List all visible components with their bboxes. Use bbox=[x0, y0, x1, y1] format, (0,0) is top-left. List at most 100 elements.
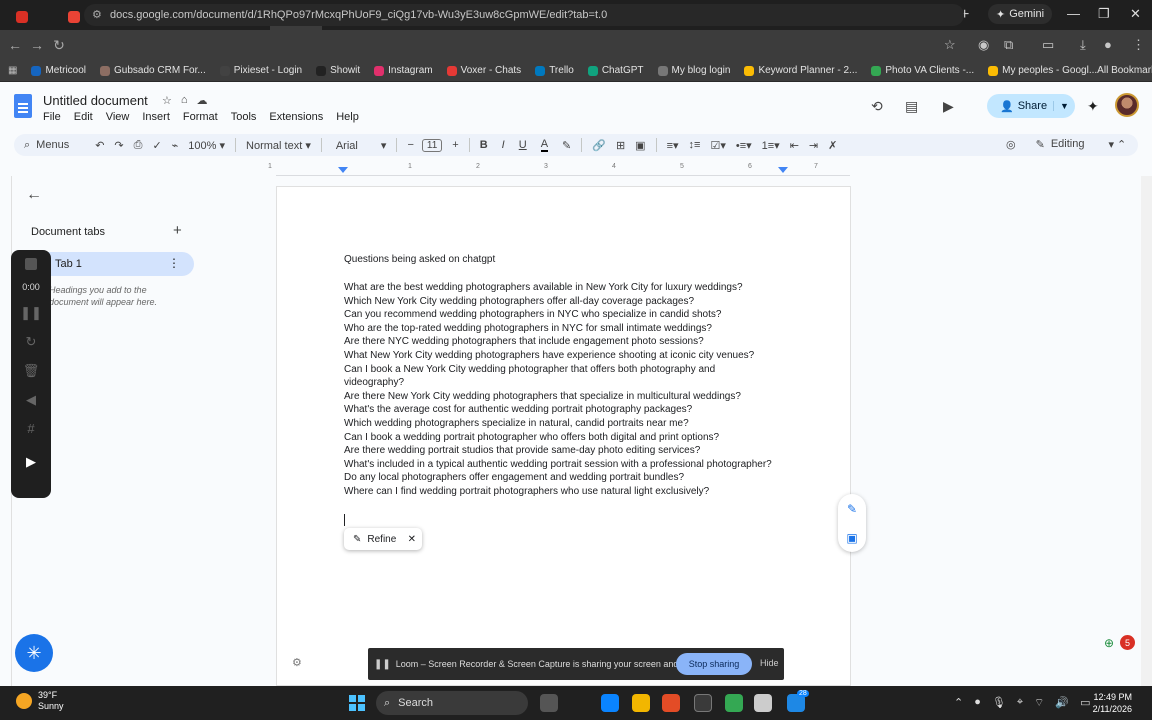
wifi-icon[interactable]: ⌔ bbox=[1034, 696, 1044, 710]
addon-icon[interactable]: ⊕ bbox=[1104, 636, 1114, 650]
refine-button[interactable]: ✎ Refine ✕ bbox=[344, 528, 422, 550]
paint-format-icon[interactable]: ⌁ bbox=[172, 139, 179, 152]
increase-font-icon[interactable]: + bbox=[452, 139, 458, 151]
store-icon[interactable] bbox=[694, 694, 712, 712]
chrome-profile-icon[interactable] bbox=[725, 694, 743, 712]
chrome-taskbar-icon[interactable] bbox=[662, 694, 680, 712]
version-history-icon[interactable]: ⟲ bbox=[871, 98, 883, 115]
restart-icon[interactable]: ↻ bbox=[26, 334, 37, 350]
question-line[interactable]: What's the average cost for authentic we… bbox=[344, 403, 774, 417]
decrease-indent-icon[interactable]: ⇤ bbox=[790, 139, 799, 152]
back-icon[interactable]: ← bbox=[4, 37, 26, 53]
question-line[interactable]: Are there wedding portrait studios that … bbox=[344, 444, 774, 458]
menu-help[interactable]: Help bbox=[336, 111, 359, 123]
highlight-icon[interactable]: ✎ bbox=[562, 139, 571, 152]
copilot-icon[interactable] bbox=[601, 694, 619, 712]
horizontal-ruler[interactable]: 1 1 2 3 4 5 6 7 bbox=[268, 162, 850, 176]
grid-icon[interactable]: # bbox=[27, 421, 34, 436]
increase-indent-icon[interactable]: ⇥ bbox=[809, 139, 818, 152]
maximize-icon[interactable]: ❐ bbox=[1098, 6, 1110, 22]
menu-extensions[interactable]: Extensions bbox=[269, 111, 323, 123]
bookmark-item[interactable]: Trello bbox=[535, 65, 574, 76]
right-indent-marker[interactable] bbox=[778, 167, 788, 173]
microphone-icon[interactable]: 🎙 bbox=[992, 696, 1006, 710]
italic-icon[interactable]: I bbox=[502, 139, 505, 151]
taskbar-search[interactable]: ⌕ Search bbox=[376, 691, 528, 715]
question-line[interactable]: What are the best wedding photographers … bbox=[344, 281, 774, 295]
reload-icon[interactable]: ↻ bbox=[48, 37, 70, 54]
trash-icon[interactable]: 🗑 bbox=[23, 363, 40, 379]
bookmark-item[interactable]: My blog login bbox=[657, 65, 730, 76]
collapse-toolbar-icon[interactable]: ⌃ bbox=[1117, 138, 1126, 151]
settings-icon[interactable]: ⚙ bbox=[292, 656, 302, 669]
comments-icon[interactable]: ▤ bbox=[905, 98, 918, 115]
style-select[interactable]: Normal text ▾ bbox=[246, 139, 311, 152]
gemini-docs-icon[interactable]: ✦ bbox=[1087, 98, 1099, 115]
windows-start-icon[interactable] bbox=[349, 695, 365, 711]
bookmark-item[interactable]: My peoples - Googl... bbox=[988, 65, 1097, 76]
font-size-input[interactable]: 11 bbox=[421, 138, 443, 152]
cast-icon[interactable]: ▭ bbox=[1042, 37, 1054, 53]
tray-app-icon[interactable]: ● bbox=[974, 696, 981, 710]
back-arrow-icon[interactable]: ← bbox=[26, 186, 42, 204]
menu-edit[interactable]: Edit bbox=[74, 111, 93, 123]
snipping-tool-icon[interactable] bbox=[754, 694, 772, 712]
browser-tab[interactable] bbox=[10, 4, 62, 30]
question-line[interactable]: Which wedding photographers specialize i… bbox=[344, 417, 774, 431]
weather-widget[interactable]: 39°F Sunny bbox=[16, 690, 64, 712]
document-heading[interactable]: Questions being asked on chatgpt bbox=[344, 254, 495, 265]
bookmark-item[interactable]: Voxer - Chats bbox=[446, 65, 521, 76]
question-line[interactable]: Where can I find wedding portrait photog… bbox=[344, 485, 774, 499]
notification-badge[interactable]: 5 bbox=[1120, 635, 1135, 650]
question-line[interactable]: What New York City wedding photographers… bbox=[344, 349, 774, 363]
avatar[interactable] bbox=[1115, 93, 1139, 117]
move-folder-icon[interactable]: ⌂ bbox=[181, 94, 188, 107]
more-options-icon[interactable]: ⋮ bbox=[168, 256, 180, 270]
download-icon[interactable]: ⤓ bbox=[1080, 37, 1086, 53]
chevron-up-icon[interactable]: ⌃ bbox=[954, 696, 963, 710]
insert-image-icon[interactable]: ▣ bbox=[635, 139, 645, 152]
left-indent-marker[interactable] bbox=[338, 167, 348, 173]
menu-file[interactable]: File bbox=[43, 111, 61, 123]
search-icon[interactable]: ⌕ bbox=[24, 139, 30, 152]
decrease-font-icon[interactable]: − bbox=[407, 139, 413, 151]
close-icon[interactable]: ✕ bbox=[408, 534, 416, 545]
menus-search[interactable]: Menus bbox=[36, 139, 69, 151]
font-select[interactable]: Arial ▾ bbox=[336, 139, 387, 152]
align-icon[interactable]: ≡▾ bbox=[667, 139, 679, 152]
bookmark-item[interactable]: Photo VA Clients -... bbox=[871, 65, 974, 76]
bookmark-item[interactable]: Metricool bbox=[31, 65, 86, 76]
text-color-icon[interactable]: A bbox=[540, 138, 549, 152]
bulleted-list-icon[interactable]: •≡▾ bbox=[736, 139, 752, 152]
bookmark-item[interactable]: Pixieset - Login bbox=[219, 65, 302, 76]
checklist-icon[interactable]: ☑▾ bbox=[710, 139, 725, 152]
print-icon[interactable]: ⎙ bbox=[134, 139, 143, 152]
profile-icon[interactable]: ● bbox=[1104, 37, 1112, 52]
draw-icon[interactable]: ◀ bbox=[26, 392, 36, 408]
volume-icon[interactable]: 🔊 bbox=[1055, 696, 1069, 710]
menu-insert[interactable]: Insert bbox=[142, 111, 170, 123]
menu-view[interactable]: View bbox=[106, 111, 130, 123]
task-view-icon[interactable] bbox=[540, 694, 558, 712]
forward-icon[interactable]: → bbox=[26, 37, 48, 53]
redo-icon[interactable]: ↷ bbox=[114, 139, 123, 152]
clear-formatting-icon[interactable]: ✗ bbox=[828, 139, 837, 152]
question-line[interactable]: Can I book a New York City wedding photo… bbox=[344, 363, 774, 390]
camera-icon[interactable]: ▶ bbox=[26, 454, 36, 470]
voice-icon[interactable]: ◎ bbox=[1006, 138, 1016, 151]
stop-recording-icon[interactable] bbox=[25, 258, 37, 270]
undo-icon[interactable]: ↶ bbox=[95, 139, 104, 152]
bookmark-item[interactable]: ChatGPT bbox=[587, 65, 644, 76]
bookmark-item[interactable]: Gubsado CRM For... bbox=[100, 65, 206, 76]
bookmark-item[interactable]: Showit bbox=[316, 65, 360, 76]
question-line[interactable]: What's included in a typical authentic w… bbox=[344, 458, 774, 472]
document-title[interactable]: Untitled document bbox=[43, 93, 148, 108]
menu-tools[interactable]: Tools bbox=[231, 111, 257, 123]
apps-icon[interactable]: ▦ bbox=[8, 65, 17, 76]
line-spacing-icon[interactable]: ↕≡ bbox=[689, 139, 701, 151]
hide-button[interactable]: Hide bbox=[760, 658, 779, 668]
stop-sharing-button[interactable]: Stop sharing bbox=[676, 653, 752, 675]
question-line[interactable]: Which New York City wedding photographer… bbox=[344, 295, 774, 309]
editing-mode-select[interactable]: ◎ ✎ Editing ▾ bbox=[1006, 138, 1114, 151]
vertical-scrollbar[interactable] bbox=[1141, 176, 1152, 686]
